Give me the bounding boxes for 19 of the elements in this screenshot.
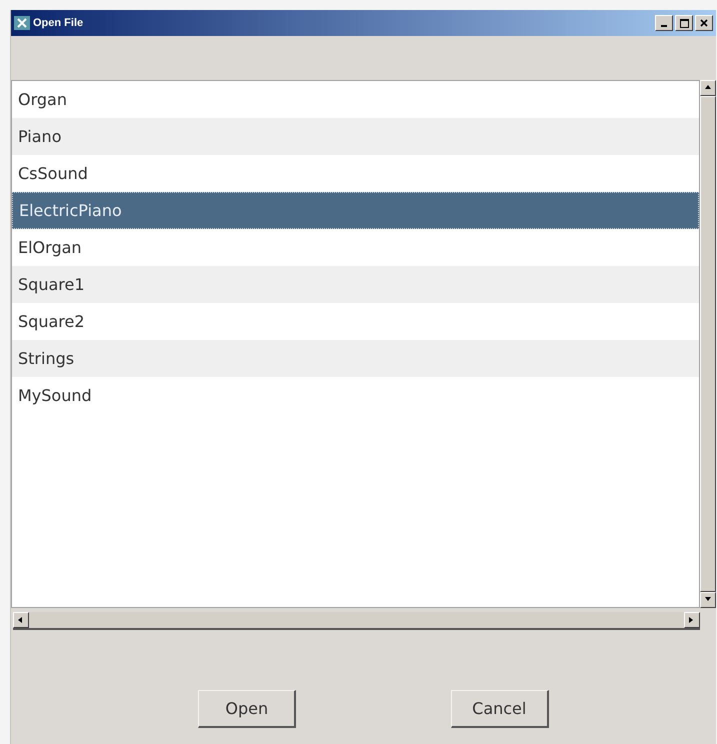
cancel-button[interactable]: Cancel xyxy=(450,690,549,728)
file-item[interactable]: Piano xyxy=(12,118,699,155)
close-icon xyxy=(700,19,708,27)
maximize-icon xyxy=(680,18,688,28)
open-button[interactable]: Open xyxy=(198,690,296,728)
file-item[interactable]: ElectricPiano xyxy=(12,192,699,229)
app-icon xyxy=(14,16,30,30)
scroll-down-button[interactable] xyxy=(700,592,716,608)
scroll-right-button[interactable] xyxy=(684,612,700,628)
scroll-up-button[interactable] xyxy=(700,80,716,96)
up-arrow-icon xyxy=(704,84,712,92)
left-arrow-icon xyxy=(17,616,25,624)
file-item[interactable]: Square1 xyxy=(12,266,699,303)
maximize-button[interactable] xyxy=(675,15,693,31)
window-title: Open File xyxy=(33,17,84,29)
file-item[interactable]: Strings xyxy=(12,340,699,377)
scroll-left-button[interactable] xyxy=(13,612,29,628)
minimize-button[interactable] xyxy=(655,15,673,31)
close-button[interactable] xyxy=(695,15,713,31)
